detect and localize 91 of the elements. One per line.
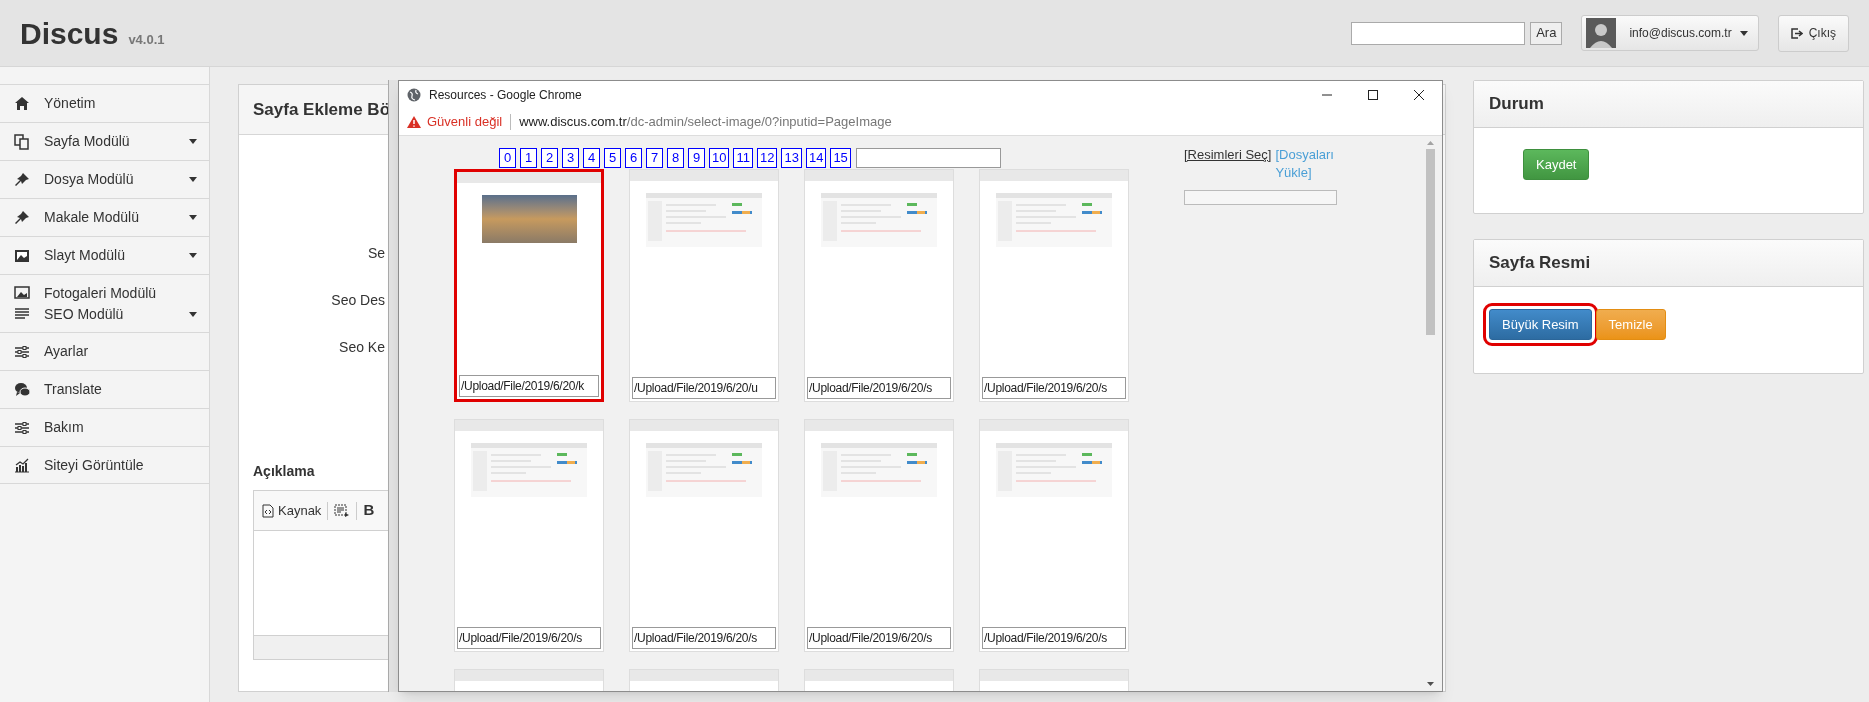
file-path-field[interactable]: /Upload/File/2019/6/20/s — [632, 627, 776, 649]
globe-icon — [407, 88, 421, 102]
image-card[interactable]: /Upload/File/2019/6/20/k — [454, 169, 604, 402]
card-title: Sayfa Ekleme Bö — [253, 98, 390, 121]
panel-title: Durum — [1489, 93, 1544, 116]
sidebar-item[interactable]: Sayfa Modülü — [0, 132, 209, 151]
page-link[interactable]: 3 — [562, 148, 579, 168]
bold-button[interactable]: B — [363, 499, 375, 522]
page-link[interactable]: 13 — [781, 148, 802, 168]
sidebar-item[interactable]: SEO Modülü — [0, 305, 209, 323]
image-icon — [14, 285, 30, 301]
window-title: Resources - Google Chrome — [429, 87, 583, 104]
sliders-icon — [14, 343, 30, 360]
section-label: Açıklama — [253, 462, 316, 481]
sidebar-item[interactable]: Slayt Modülü — [0, 246, 209, 265]
page-link[interactable]: 9 — [688, 148, 705, 168]
image-card[interactable]: /Upload/File/2019/6/20/s — [979, 419, 1129, 652]
image-card[interactable]: /Upload/File/2019/6/20/s — [629, 419, 779, 652]
template-icon — [334, 503, 351, 518]
pin-icon — [14, 171, 30, 188]
page-link[interactable]: 14 — [805, 148, 827, 168]
security-warning: Güvenli değil — [427, 113, 503, 132]
caret-icon — [189, 177, 197, 182]
sidebar-item[interactable]: Yönetim — [0, 94, 209, 113]
app-title: Discus — [20, 15, 119, 52]
page-link[interactable]: 0 — [499, 148, 516, 168]
sidebar-item[interactable]: Siteyi Görüntüle — [0, 456, 209, 474]
pin-icon — [14, 209, 30, 226]
file-path-field[interactable]: /Upload/File/2019/6/20/s — [982, 377, 1126, 399]
image-card[interactable]: /Upload/File/2019/6/20/s — [454, 419, 604, 652]
page-link[interactable]: 11 — [733, 148, 753, 168]
maximize-icon — [1368, 90, 1378, 100]
file-path-field[interactable]: /Upload/File/2019/6/20/s — [807, 377, 951, 399]
form-label: Se — [367, 244, 385, 262]
page-link[interactable]: 5 — [604, 148, 621, 168]
page-link[interactable]: 1 — [520, 148, 537, 168]
avatar-icon — [1586, 18, 1617, 48]
image-card[interactable]: /Upload/File/2019/6/20/u — [629, 169, 779, 402]
file-path-field[interactable]: /Upload/File/2019/6/20/s — [982, 627, 1126, 649]
logout-icon — [1790, 27, 1803, 39]
sidebar-item[interactable]: Fotogaleri Modülü — [0, 284, 209, 302]
page-link[interactable]: 15 — [830, 148, 851, 168]
chat-bubbles-icon — [14, 381, 30, 398]
tab-link[interactable]: [Resimleri Seç] — [1184, 146, 1272, 164]
scrollbar-thumb[interactable] — [1426, 149, 1435, 335]
search-button[interactable]: Ara — [1530, 21, 1563, 45]
pages-icon — [14, 133, 30, 150]
home-icon — [14, 95, 30, 112]
page-link[interactable]: 6 — [625, 148, 642, 168]
document-code-icon — [262, 503, 274, 518]
caret-icon — [189, 139, 197, 144]
scroll-down-icon — [1427, 682, 1434, 686]
sidebar-item[interactable]: Bakım — [0, 418, 209, 437]
file-path-field[interactable]: /Upload/File/2019/6/20/s — [807, 627, 951, 649]
form-label: Seo Ke — [339, 338, 385, 356]
page-search-field[interactable] — [855, 148, 1001, 168]
page-link[interactable]: 4 — [583, 148, 600, 168]
scroll-up-icon — [1427, 141, 1434, 145]
file-path-field[interactable]: /Upload/File/2019/6/20/s — [457, 627, 601, 649]
version-label: v4.0.1 — [128, 30, 165, 49]
caret-icon — [189, 253, 197, 258]
url-text: www.discus.com.tr/dc-admin/select-image/0?inputid=PageImage — [519, 113, 892, 132]
source-button[interactable]: Kaynak — [262, 500, 322, 521]
page-link[interactable]: 10 — [709, 148, 730, 168]
lines-icon — [14, 306, 30, 322]
sidebar-item[interactable]: Dosya Modülü — [0, 170, 209, 189]
caret-icon — [189, 311, 197, 317]
page-link[interactable]: 12 — [756, 148, 778, 168]
sidebar-item[interactable]: Translate — [0, 380, 209, 399]
warning-icon — [407, 116, 421, 128]
sliders-icon — [14, 419, 30, 436]
image-card[interactable]: /Upload/File/2019/6/20/s — [804, 419, 954, 652]
chart-icon — [14, 457, 30, 473]
file-path-field[interactable]: /Upload/File/2019/6/20/k — [459, 375, 599, 397]
caret-icon — [189, 215, 197, 220]
file-path-field[interactable]: /Upload/File/2019/6/20/u — [632, 377, 776, 399]
image-card[interactable]: /Upload/File/2019/6/20/s — [804, 169, 954, 402]
panel-title: Sayfa Resmi — [1489, 252, 1591, 275]
close-icon — [1414, 90, 1424, 100]
sidebar-item[interactable]: Makale Modülü — [0, 208, 209, 227]
page-link[interactable]: 2 — [541, 148, 558, 168]
sidebar-item[interactable]: Ayarlar — [0, 342, 209, 361]
image-card[interactable]: /Upload/File/2019/6/20/s — [979, 169, 1129, 402]
image-icon — [14, 247, 30, 264]
user-menu-button[interactable]: info@discus.com.tr — [1581, 15, 1759, 51]
page-link[interactable]: 7 — [646, 148, 663, 168]
page-link[interactable]: 8 — [667, 148, 684, 168]
logout-button[interactable]: Çıkış — [1777, 14, 1849, 52]
form-label: Seo Des — [331, 291, 385, 309]
search-field[interactable] — [1351, 21, 1526, 45]
caret-icon — [1739, 30, 1748, 36]
